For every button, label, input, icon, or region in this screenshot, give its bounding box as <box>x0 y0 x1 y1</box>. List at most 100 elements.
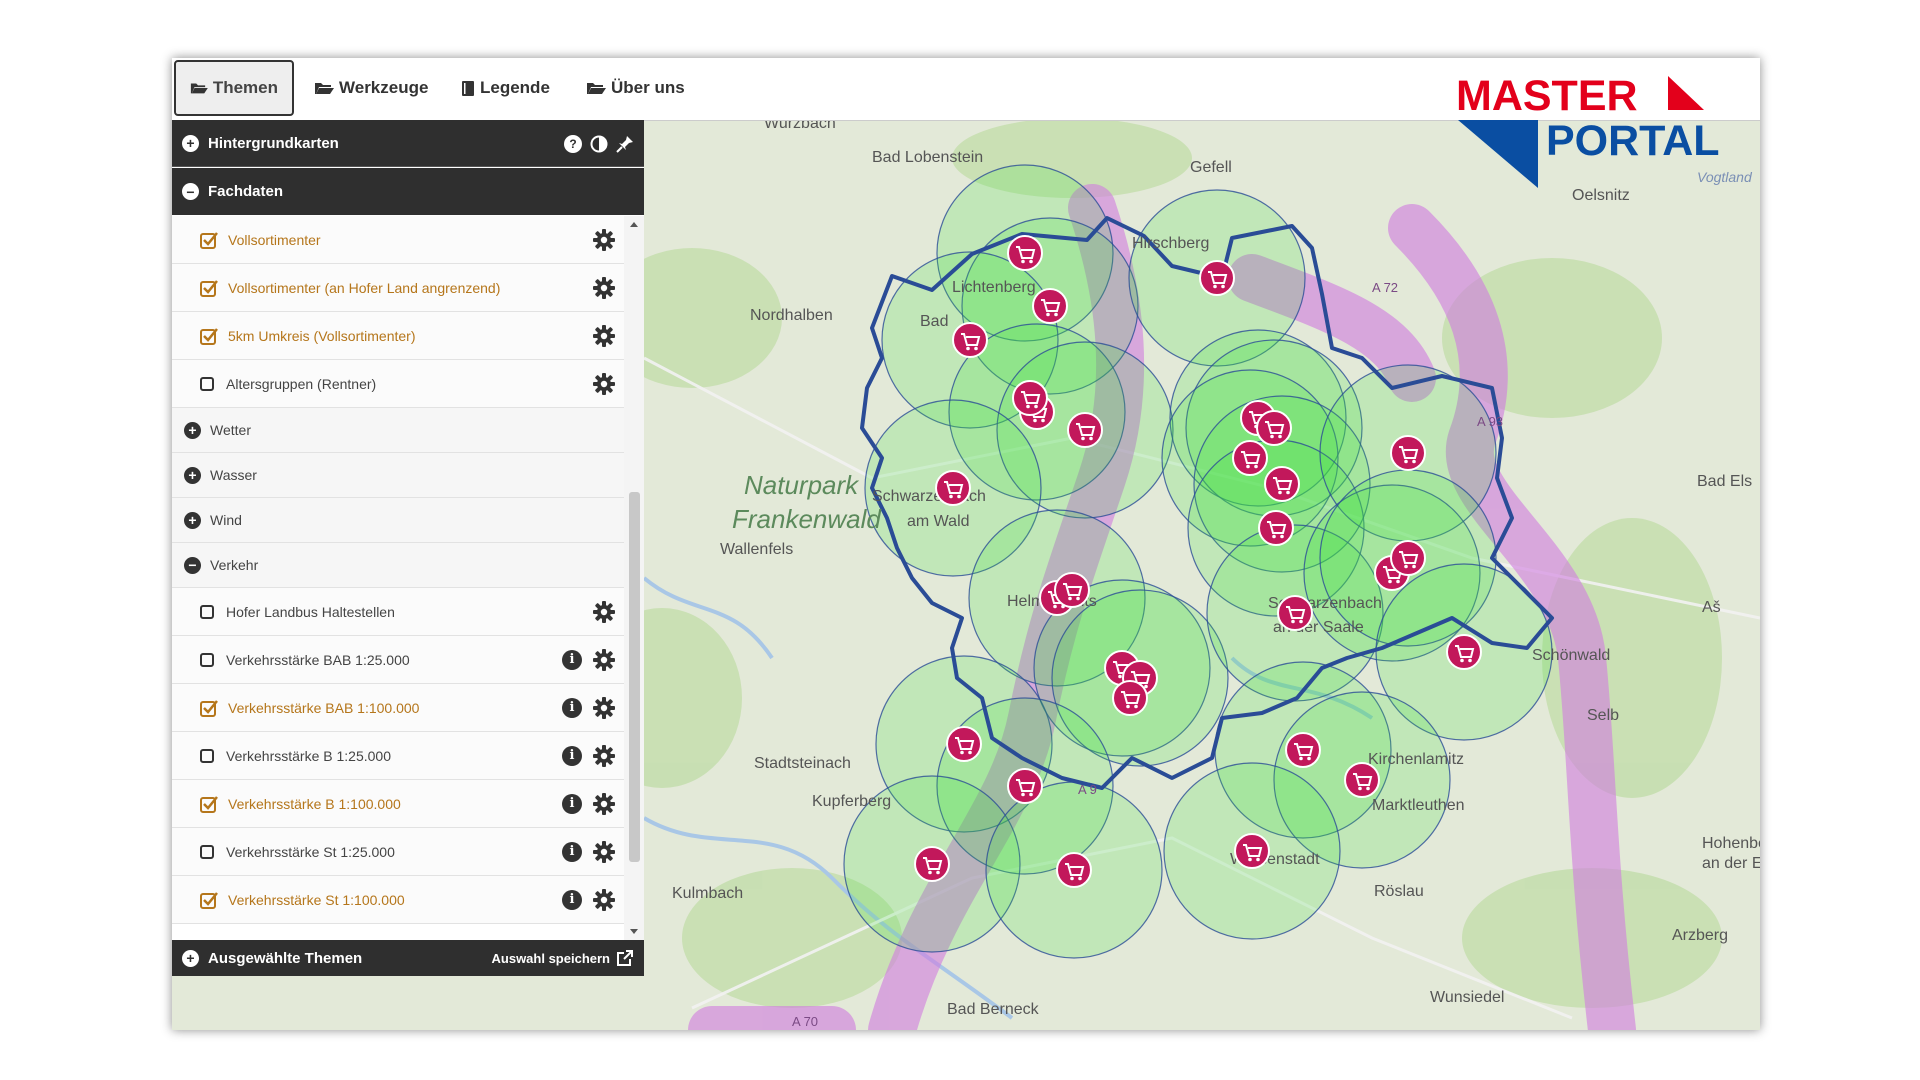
ausgewaehlte-themen-footer[interactable]: + Ausgewählte Themen Auswahl speichern <box>172 940 644 976</box>
help-icon[interactable]: ? <box>564 134 582 153</box>
scroll-up-arrow-icon[interactable] <box>629 220 639 228</box>
gear-icon[interactable] <box>592 888 616 912</box>
supermarket-marker[interactable] <box>1344 762 1380 798</box>
layer-item[interactable]: Verkehrsstärke BAB 1:25.000 i <box>172 636 624 684</box>
layer-item[interactable]: Verkehrsstärke St 1:100.000 i <box>172 876 624 924</box>
plus-circle-icon: + <box>182 134 199 152</box>
supermarket-marker[interactable] <box>1112 680 1148 716</box>
checkbox-unchecked-icon[interactable] <box>200 604 214 619</box>
checkbox-unchecked-icon[interactable] <box>200 844 214 859</box>
layer-label: Vollsortimenter (an Hofer Land angrenzen… <box>228 279 501 296</box>
tab-ueber-uns[interactable]: Über uns <box>572 60 699 116</box>
supermarket-marker[interactable] <box>1007 768 1043 804</box>
layer-item[interactable]: Altersgruppen (Rentner) <box>172 360 624 408</box>
info-icon[interactable]: i <box>562 889 582 910</box>
tab-legende[interactable]: Legende <box>447 60 564 116</box>
contrast-icon[interactable] <box>590 135 608 153</box>
gear-icon[interactable] <box>592 696 616 720</box>
folder-open-icon <box>587 83 606 94</box>
tab-werkzeuge[interactable]: Werkzeuge <box>300 60 442 116</box>
gear-icon[interactable] <box>592 648 616 672</box>
gear-icon[interactable] <box>592 840 616 864</box>
info-icon[interactable]: i <box>562 649 582 670</box>
supermarket-marker[interactable] <box>1067 412 1103 448</box>
gear-icon[interactable] <box>592 276 616 300</box>
layer-label: Verkehrsstärke BAB 1:25.000 <box>226 651 410 668</box>
svg-text:Frankenwald: Frankenwald <box>732 504 882 534</box>
supermarket-marker[interactable] <box>914 846 950 882</box>
fachdaten-label: Fachdaten <box>208 183 284 200</box>
checkbox-checked-icon[interactable] <box>200 327 218 345</box>
hintergrundkarten-header[interactable]: + Hintergrundkarten ? <box>172 120 644 167</box>
info-icon[interactable]: i <box>562 841 582 862</box>
supermarket-marker[interactable] <box>1199 260 1235 296</box>
svg-text:A 93: A 93 <box>1477 414 1503 429</box>
save-selection-button[interactable]: Auswahl speichern <box>492 940 634 976</box>
layer-item[interactable]: Verkehrsstärke BAB 1:100.000 i <box>172 684 624 732</box>
supermarket-marker[interactable] <box>1032 288 1068 324</box>
svg-text:Arzberg: Arzberg <box>1672 927 1728 944</box>
checkbox-checked-icon[interactable] <box>200 795 218 813</box>
info-icon[interactable]: i <box>562 697 582 718</box>
folder-wasser[interactable]: + Wasser <box>172 453 624 498</box>
gear-icon[interactable] <box>592 228 616 252</box>
tab-themen[interactable]: Themen <box>174 60 294 116</box>
supermarket-marker[interactable] <box>1007 235 1043 271</box>
layer-item[interactable]: Hofer Landbus Haltestellen <box>172 588 624 636</box>
supermarket-marker[interactable] <box>1012 380 1048 416</box>
folder-wind[interactable]: + Wind <box>172 498 624 543</box>
gear-icon[interactable] <box>592 744 616 768</box>
checkbox-checked-icon[interactable] <box>200 699 218 717</box>
supermarket-marker[interactable] <box>1264 466 1300 502</box>
svg-text:am Wald: am Wald <box>907 513 970 530</box>
checkbox-unchecked-icon[interactable] <box>200 376 214 391</box>
info-icon[interactable]: i <box>562 745 582 766</box>
checkbox-checked-icon[interactable] <box>200 279 218 297</box>
layer-label: Verkehrsstärke BAB 1:100.000 <box>228 699 420 716</box>
supermarket-marker[interactable] <box>1277 595 1313 631</box>
supermarket-marker[interactable] <box>1390 435 1426 471</box>
svg-text:Bad: Bad <box>920 313 948 330</box>
supermarket-marker[interactable] <box>1256 410 1292 446</box>
supermarket-marker[interactable] <box>946 726 982 762</box>
layer-label: Verkehrsstärke B 1:25.000 <box>226 747 391 764</box>
info-icon[interactable]: i <box>562 793 582 814</box>
supermarket-marker[interactable] <box>1232 440 1268 476</box>
layer-item[interactable]: Verkehrsstärke B 1:100.000 i <box>172 780 624 828</box>
layer-item[interactable]: 5km Umkreis (Vollsortimenter) <box>172 312 624 360</box>
share-icon <box>617 950 633 966</box>
supermarket-marker[interactable] <box>1390 540 1426 576</box>
checkbox-checked-icon[interactable] <box>200 891 218 909</box>
svg-text:Bad Els: Bad Els <box>1697 473 1752 490</box>
svg-text:A 70: A 70 <box>792 1014 818 1029</box>
scroll-down-arrow-icon[interactable] <box>629 928 639 936</box>
supermarket-marker[interactable] <box>952 322 988 358</box>
fachdaten-header[interactable]: − Fachdaten <box>172 168 644 215</box>
svg-text:Bad Lobenstein: Bad Lobenstein <box>872 149 983 166</box>
layer-label: Verkehrsstärke St 1:25.000 <box>226 843 395 860</box>
svg-text:Lichtenberg: Lichtenberg <box>952 279 1036 296</box>
layer-item[interactable]: Vollsortimenter (an Hofer Land angrenzen… <box>172 264 624 312</box>
supermarket-marker[interactable] <box>1446 634 1482 670</box>
folder-verkehr[interactable]: − Verkehr <box>172 543 624 588</box>
gear-icon[interactable] <box>592 324 616 348</box>
layer-item[interactable]: Verkehrsstärke B 1:25.000 i <box>172 732 624 780</box>
supermarket-marker[interactable] <box>935 470 971 506</box>
gear-icon[interactable] <box>592 372 616 396</box>
supermarket-marker[interactable] <box>1258 510 1294 546</box>
folder-wetter[interactable]: + Wetter <box>172 408 624 453</box>
checkbox-unchecked-icon[interactable] <box>200 652 214 667</box>
pin-icon[interactable] <box>616 135 634 153</box>
scrollbar-thumb[interactable] <box>629 492 640 862</box>
supermarket-marker[interactable] <box>1054 572 1090 608</box>
supermarket-marker[interactable] <box>1285 732 1321 768</box>
checkbox-unchecked-icon[interactable] <box>200 748 214 763</box>
supermarket-marker[interactable] <box>1234 833 1270 869</box>
gear-icon[interactable] <box>592 792 616 816</box>
gear-icon[interactable] <box>592 600 616 624</box>
supermarket-marker[interactable] <box>1056 852 1092 888</box>
checkbox-checked-icon[interactable] <box>200 231 218 249</box>
layer-label: Vollsortimenter <box>228 231 321 248</box>
layer-item[interactable]: Verkehrsstärke St 1:25.000 i <box>172 828 624 876</box>
layer-item[interactable]: Vollsortimenter <box>172 216 624 264</box>
